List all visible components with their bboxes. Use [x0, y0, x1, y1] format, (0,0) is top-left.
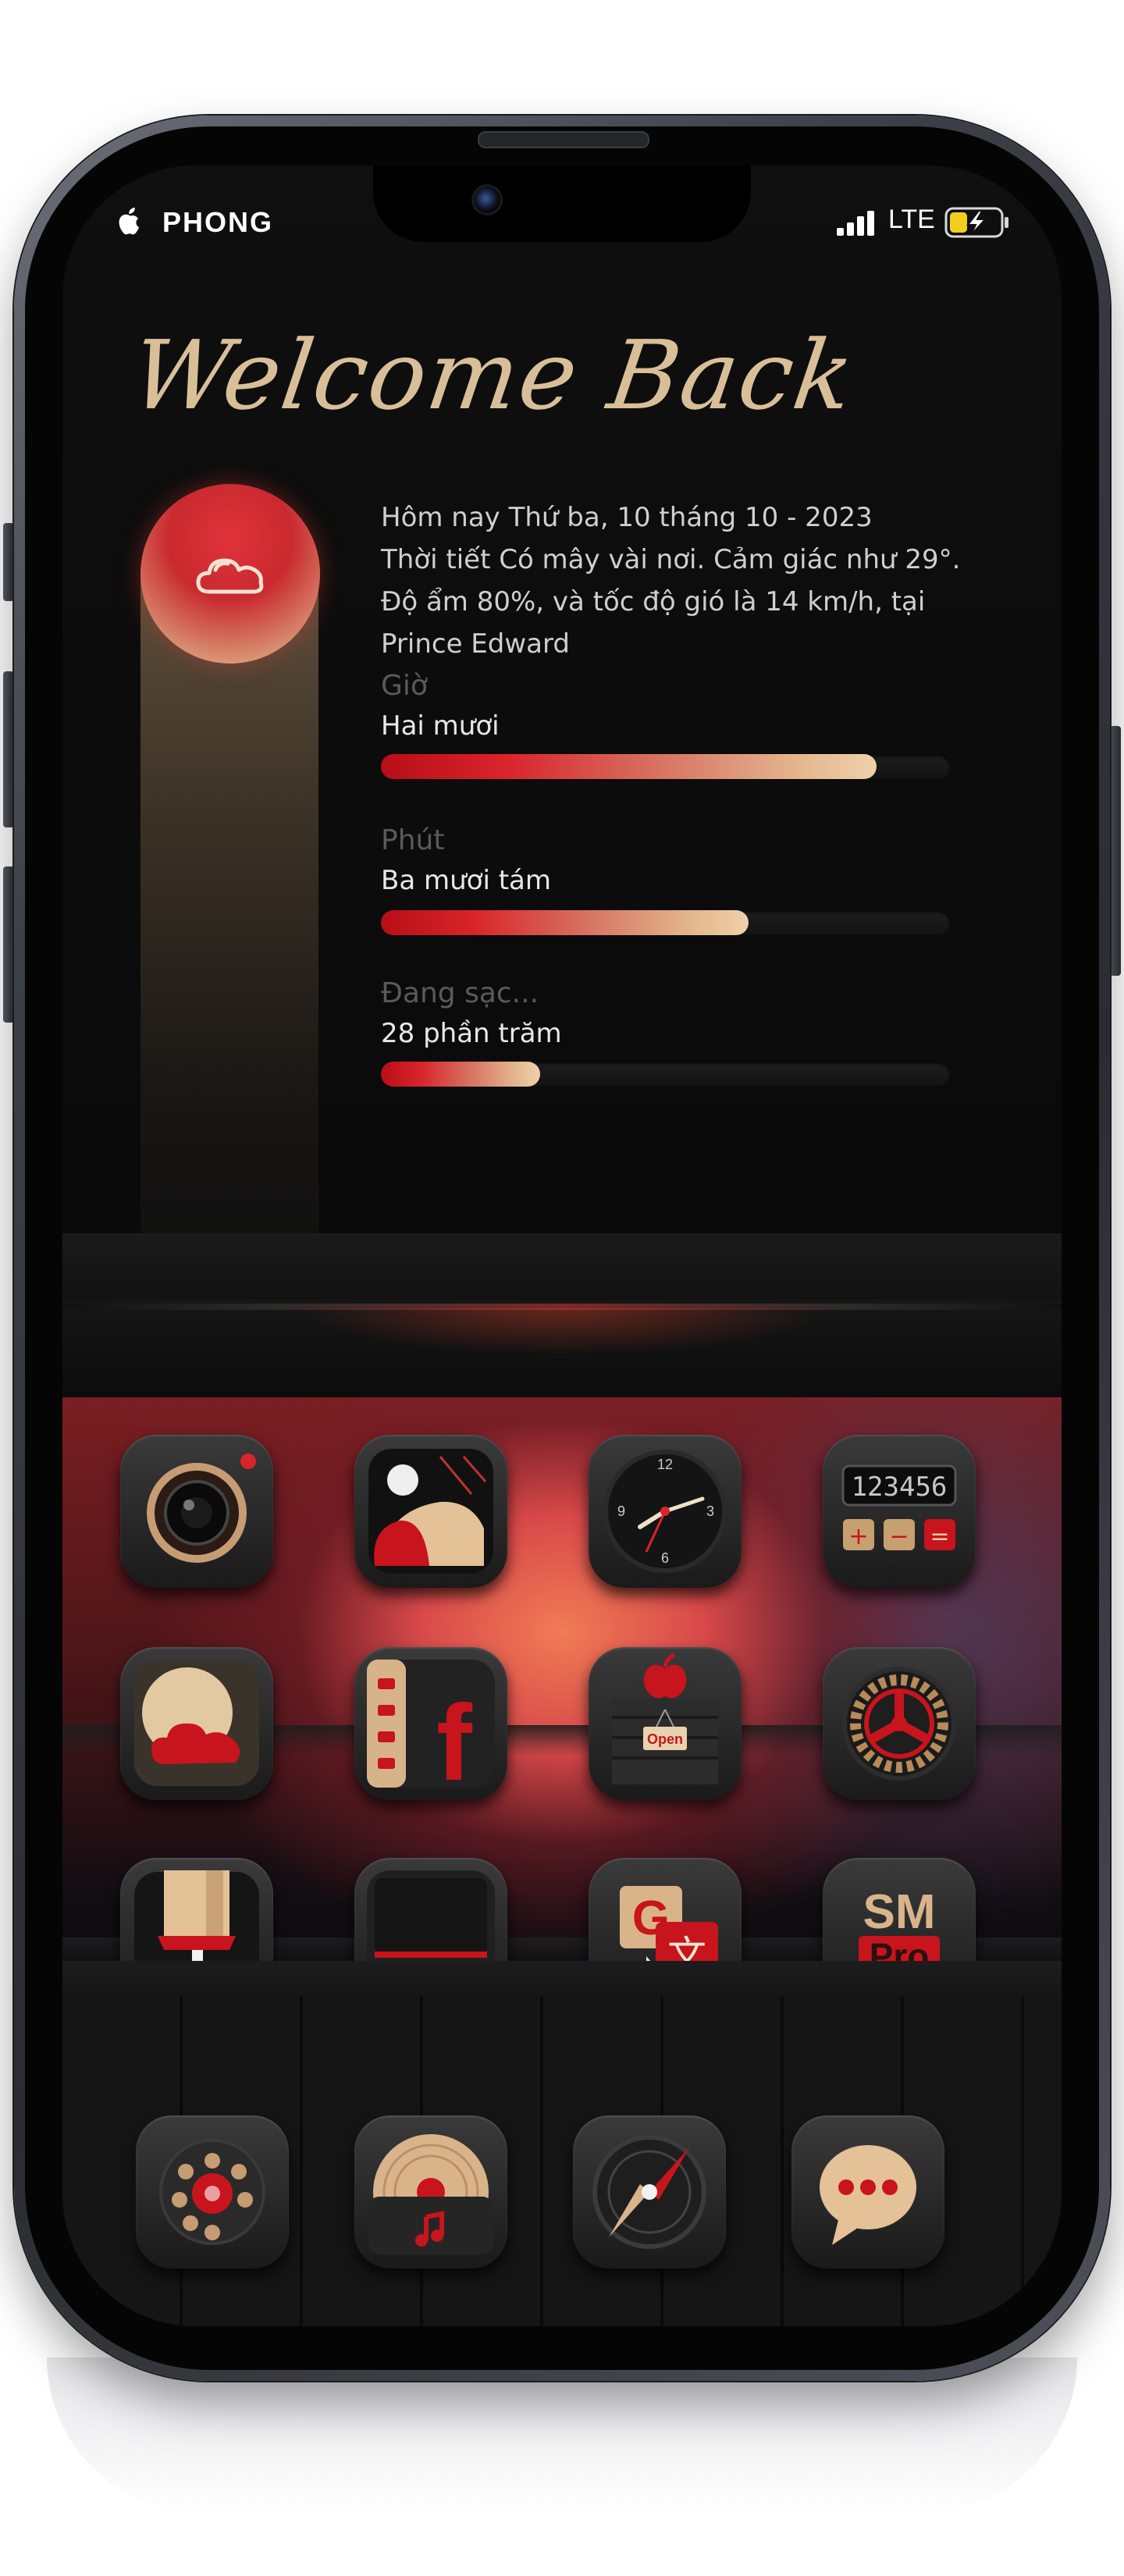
calculator-icon: 123456 + − =	[841, 1464, 957, 1550]
messages-app[interactable]	[791, 2115, 944, 2268]
facebook-letter: f	[436, 1683, 473, 1800]
charging-label: Đang sạc...	[381, 977, 539, 1009]
volume-up-button[interactable]	[3, 671, 14, 827]
calculator-app[interactable]: 123456 + − =	[823, 1435, 976, 1588]
action-button[interactable]	[3, 523, 14, 601]
battery-progress-fill	[381, 1062, 541, 1087]
dial-widget-icon	[368, 1449, 493, 1574]
hour-label: Giờ	[381, 670, 428, 702]
sm-pro-line1: SM	[863, 1885, 936, 1939]
earpiece-speaker	[478, 131, 649, 148]
battery-charging-icon	[944, 207, 1008, 238]
compass-app[interactable]	[573, 2115, 726, 2268]
phone-reflection	[47, 2357, 1077, 2514]
rotary-phone-icon	[159, 2139, 265, 2245]
info-line-weather: Thời tiết Có mây vài nơi. Cảm giác như 2…	[381, 544, 961, 575]
svg-text:3: 3	[706, 1503, 714, 1519]
info-line-location: Prince Edward	[381, 628, 570, 660]
volume-down-button[interactable]	[3, 866, 14, 1023]
dial-widget-app[interactable]	[354, 1435, 507, 1588]
svg-text:+: +	[848, 1523, 868, 1550]
svg-text:−: −	[889, 1523, 909, 1550]
battery-progress-bar	[381, 1062, 951, 1087]
info-widget[interactable]: Welcome Back Hôm nay Thứ ba, 10 tháng 10…	[62, 297, 1062, 1235]
app-store-icon: Open	[612, 1653, 718, 1784]
apple-logo-icon	[119, 208, 139, 235]
front-camera-icon	[471, 184, 503, 215]
music-app[interactable]	[354, 2115, 507, 2268]
info-line-humidity: Độ ẩm 80%, và tốc độ gió là 14 km/h, tại	[381, 586, 926, 617]
weather-moon-icon	[134, 1661, 259, 1786]
minute-label: Phút	[381, 824, 445, 856]
music-vinyl-icon	[368, 2134, 493, 2254]
widget-shelf	[62, 1233, 1062, 1397]
compass-icon	[592, 2135, 706, 2249]
shelf-glow	[297, 1308, 827, 1355]
clock-icon: 12 3 6 9	[603, 1450, 727, 1573]
carrier-name: PHONG	[162, 206, 274, 238]
svg-text:6: 6	[661, 1550, 669, 1566]
minute-value: Ba mươi tám	[381, 865, 551, 896]
home-screen: PHONG LTE Welcome Back Hôm nay Thứ ba, 1…	[62, 165, 1062, 2326]
settings-gear-icon	[842, 1667, 956, 1781]
info-line-date: Hôm nay Thứ ba, 10 tháng 10 - 2023	[381, 502, 873, 533]
settings-app[interactable]	[823, 1647, 976, 1800]
app-store-app[interactable]: Open	[589, 1647, 742, 1800]
battery-value: 28 phần trăm	[381, 1018, 562, 1049]
messages-icon	[820, 2145, 916, 2245]
svg-text:=: =	[930, 1523, 949, 1550]
hour-progress-fill	[381, 754, 877, 779]
hour-progress-bar	[381, 754, 951, 779]
camera-app[interactable]	[120, 1435, 273, 1588]
minute-progress-bar	[381, 910, 951, 935]
open-sign-text: Open	[647, 1731, 683, 1747]
facebook-app[interactable]: f	[354, 1647, 507, 1800]
welcome-title: Welcome Back	[125, 320, 862, 431]
facebook-icon: f	[367, 1660, 495, 1800]
hour-value: Hai mươi	[381, 710, 500, 742]
weather-info-text: Hôm nay Thứ ba, 10 tháng 10 - 2023 Thời …	[381, 496, 974, 665]
clock-app[interactable]: 12 3 6 9	[589, 1435, 742, 1588]
calculator-display: 123456	[852, 1471, 948, 1503]
notch	[373, 165, 751, 242]
svg-text:12: 12	[657, 1457, 673, 1472]
network-type: LTE	[888, 205, 935, 234]
power-button[interactable]	[1110, 726, 1121, 976]
phone-app[interactable]	[136, 2115, 289, 2268]
cellular-signal-icon	[837, 211, 874, 236]
svg-text:9: 9	[617, 1503, 625, 1519]
partly-cloudy-icon	[196, 558, 264, 594]
weather-app[interactable]	[120, 1647, 273, 1800]
camera-icon	[147, 1453, 256, 1563]
minute-progress-fill	[381, 910, 749, 935]
